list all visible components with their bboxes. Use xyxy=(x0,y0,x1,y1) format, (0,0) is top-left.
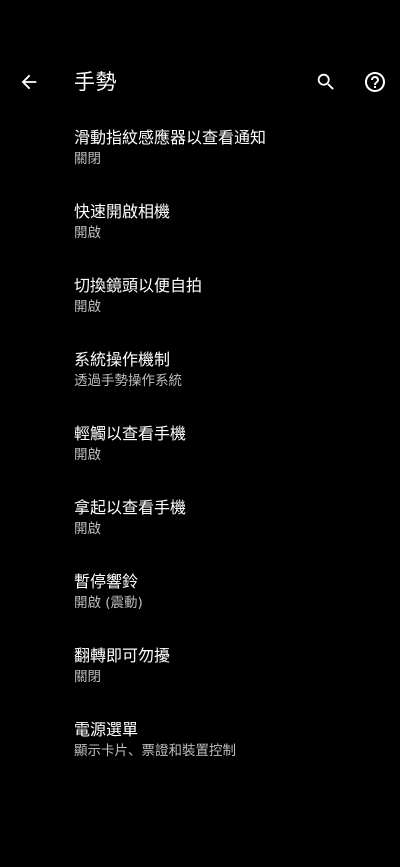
back-button[interactable] xyxy=(9,62,49,102)
list-item-summary: 透過手勢操作系統 xyxy=(74,373,182,389)
list-item-power-menu[interactable]: 電源選單 顯示卡片、票證和裝置控制 xyxy=(0,712,400,786)
search-button[interactable] xyxy=(306,62,346,102)
page-title: 手勢 xyxy=(74,70,117,94)
list-item-summary: 開啟 xyxy=(74,225,101,241)
list-item-flip-camera[interactable]: 切換鏡頭以便自拍 開啟 xyxy=(0,268,400,342)
list-item-summary: 開啟 xyxy=(74,299,101,315)
list-item-title: 翻轉即可勿擾 xyxy=(74,646,171,665)
list-item-title: 暫停響鈴 xyxy=(74,572,139,591)
list-item-summary: 開啟 (震動) xyxy=(74,595,143,611)
list-item-fingerprint-swipe[interactable]: 滑動指紋感應器以查看通知 關閉 xyxy=(0,120,400,194)
list-item-summary: 關閉 xyxy=(74,151,101,167)
list-item-summary: 開啟 xyxy=(74,447,101,463)
list-item-title: 輕觸以查看手機 xyxy=(74,424,187,443)
list-item-flip-to-shh[interactable]: 翻轉即可勿擾 關閉 xyxy=(0,638,400,712)
gesture-settings-list: 滑動指紋感應器以查看通知 關閉 快速開啟相機 開啟 切換鏡頭以便自拍 開啟 系統… xyxy=(0,120,400,786)
list-item-lift-to-check[interactable]: 拿起以查看手機 開啟 xyxy=(0,490,400,564)
list-item-title: 電源選單 xyxy=(74,720,139,739)
arrow-back-icon xyxy=(21,74,37,90)
list-item-title: 切換鏡頭以便自拍 xyxy=(74,276,203,295)
list-item-title: 快速開啟相機 xyxy=(74,202,171,221)
list-item-system-navigation[interactable]: 系統操作機制 透過手勢操作系統 xyxy=(0,342,400,416)
list-item-summary: 開啟 xyxy=(74,521,101,537)
list-item-title: 滑動指紋感應器以查看通知 xyxy=(74,128,267,147)
help-button[interactable] xyxy=(355,62,395,102)
help-icon xyxy=(365,72,385,92)
list-item-summary: 顯示卡片、票證和裝置控制 xyxy=(74,743,236,759)
list-item-title: 拿起以查看手機 xyxy=(74,498,187,517)
search-icon xyxy=(317,73,334,90)
app-bar: 手勢 xyxy=(0,52,400,112)
list-item-title: 系統操作機制 xyxy=(74,350,171,369)
list-item-summary: 關閉 xyxy=(74,669,101,685)
list-item-tap-to-check[interactable]: 輕觸以查看手機 開啟 xyxy=(0,416,400,490)
list-item-quick-camera[interactable]: 快速開啟相機 開啟 xyxy=(0,194,400,268)
list-item-prevent-ringing[interactable]: 暫停響鈴 開啟 (震動) xyxy=(0,564,400,638)
